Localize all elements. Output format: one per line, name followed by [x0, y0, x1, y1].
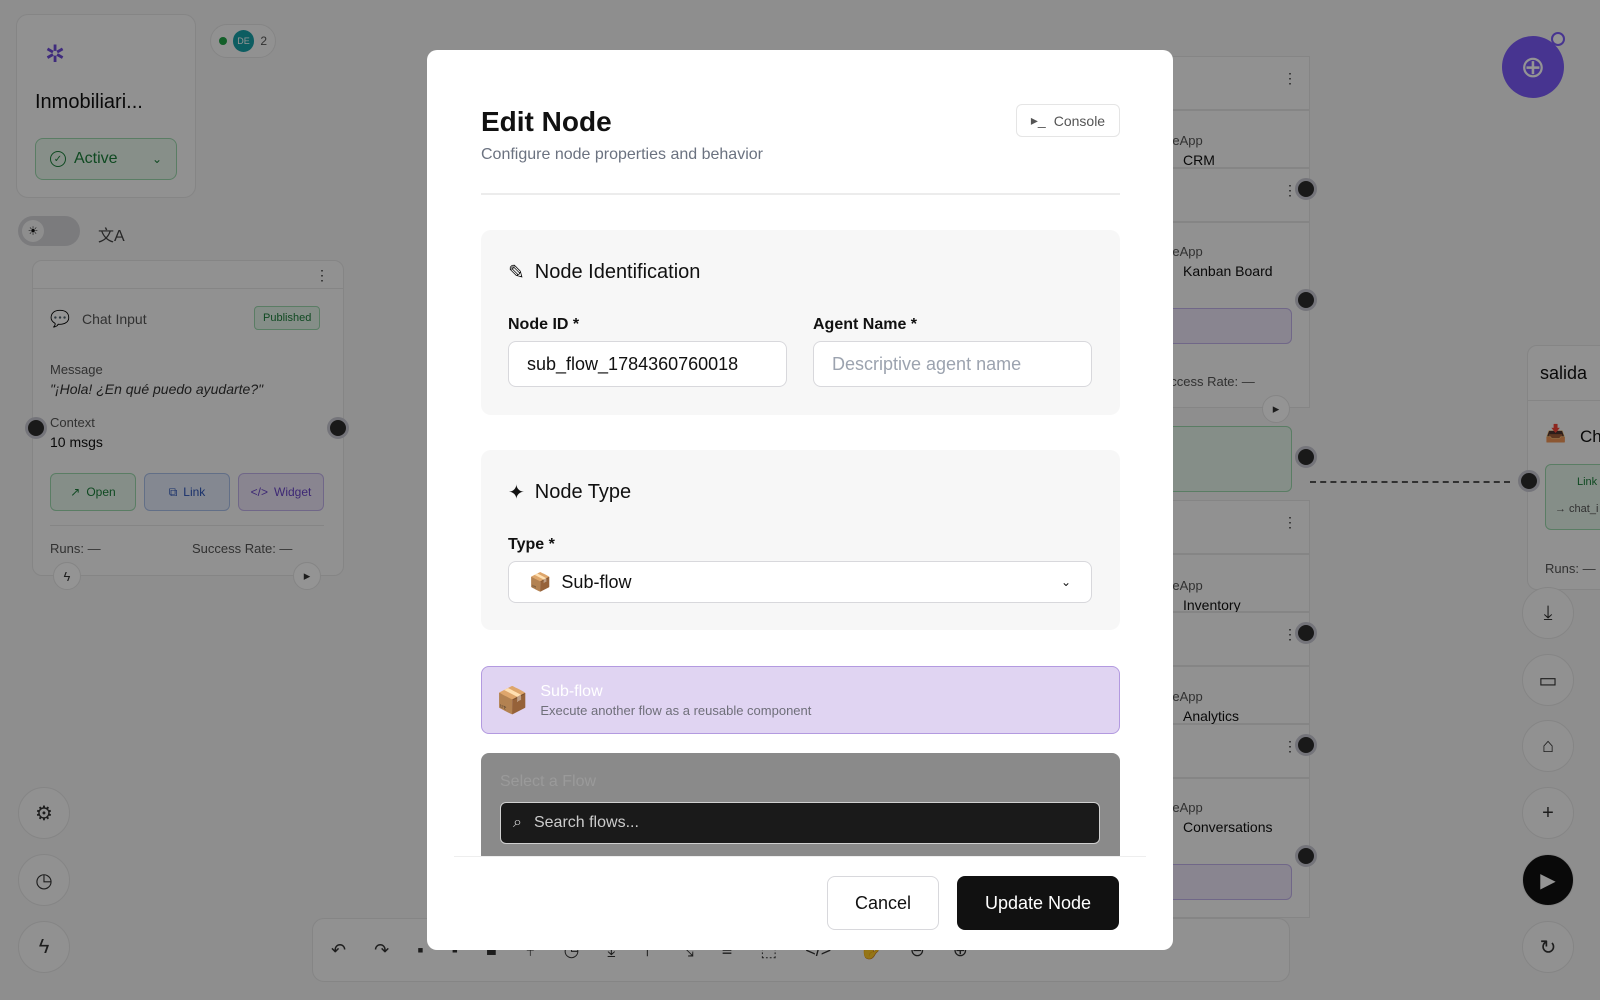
modal-subtitle: Configure node properties and behavior	[481, 146, 763, 163]
search-flows-input[interactable]: ⌕ Search flows...	[500, 802, 1100, 844]
modal-title: Edit Node	[481, 106, 612, 137]
node-id-label: Node ID *	[508, 316, 580, 333]
package-icon: 📦	[529, 571, 552, 592]
type-select-value: Sub-flow	[561, 571, 632, 592]
header-divider	[481, 193, 1120, 195]
node-id-input[interactable]: sub_flow_1784360760018	[508, 341, 787, 387]
chevron-down-icon: ⌄	[1060, 575, 1071, 589]
banner-description: Execute another flow as a reusable compo…	[540, 702, 812, 718]
console-button[interactable]: ▸_ Console	[1016, 104, 1120, 137]
agent-name-input[interactable]: Descriptive agent name	[813, 341, 1092, 387]
node-identification-section: ✎ Node Identification Node ID * sub_flow…	[481, 230, 1120, 415]
flow-picker: Select a Flow ⌕ Search flows...	[481, 753, 1120, 863]
cancel-button[interactable]: Cancel	[827, 876, 939, 930]
wand-icon: ✦	[508, 482, 525, 504]
edit-node-modal: Edit Node Configure node properties and …	[427, 50, 1173, 950]
banner-title: Sub-flow	[540, 682, 603, 700]
update-node-button[interactable]: Update Node	[957, 876, 1119, 930]
section-title: ✎ Node Identification	[508, 261, 701, 284]
agent-name-label: Agent Name *	[813, 316, 918, 333]
flow-picker-label: Select a Flow	[500, 773, 597, 790]
node-type-section: ✦ Node Type Type * 📦 Sub-flow ⌄	[481, 450, 1120, 630]
node-type-banner: 📦 Sub-flow Execute another flow as a reu…	[481, 666, 1120, 734]
package-icon: 📦	[496, 684, 529, 715]
search-icon: ⌕	[513, 814, 522, 831]
type-select[interactable]: 📦 Sub-flow ⌄	[508, 561, 1092, 603]
terminal-icon: ▸_	[1030, 112, 1046, 128]
edit-icon: ✎	[508, 262, 525, 284]
type-label: Type *	[508, 536, 555, 553]
section-title: ✦ Node Type	[508, 481, 632, 504]
